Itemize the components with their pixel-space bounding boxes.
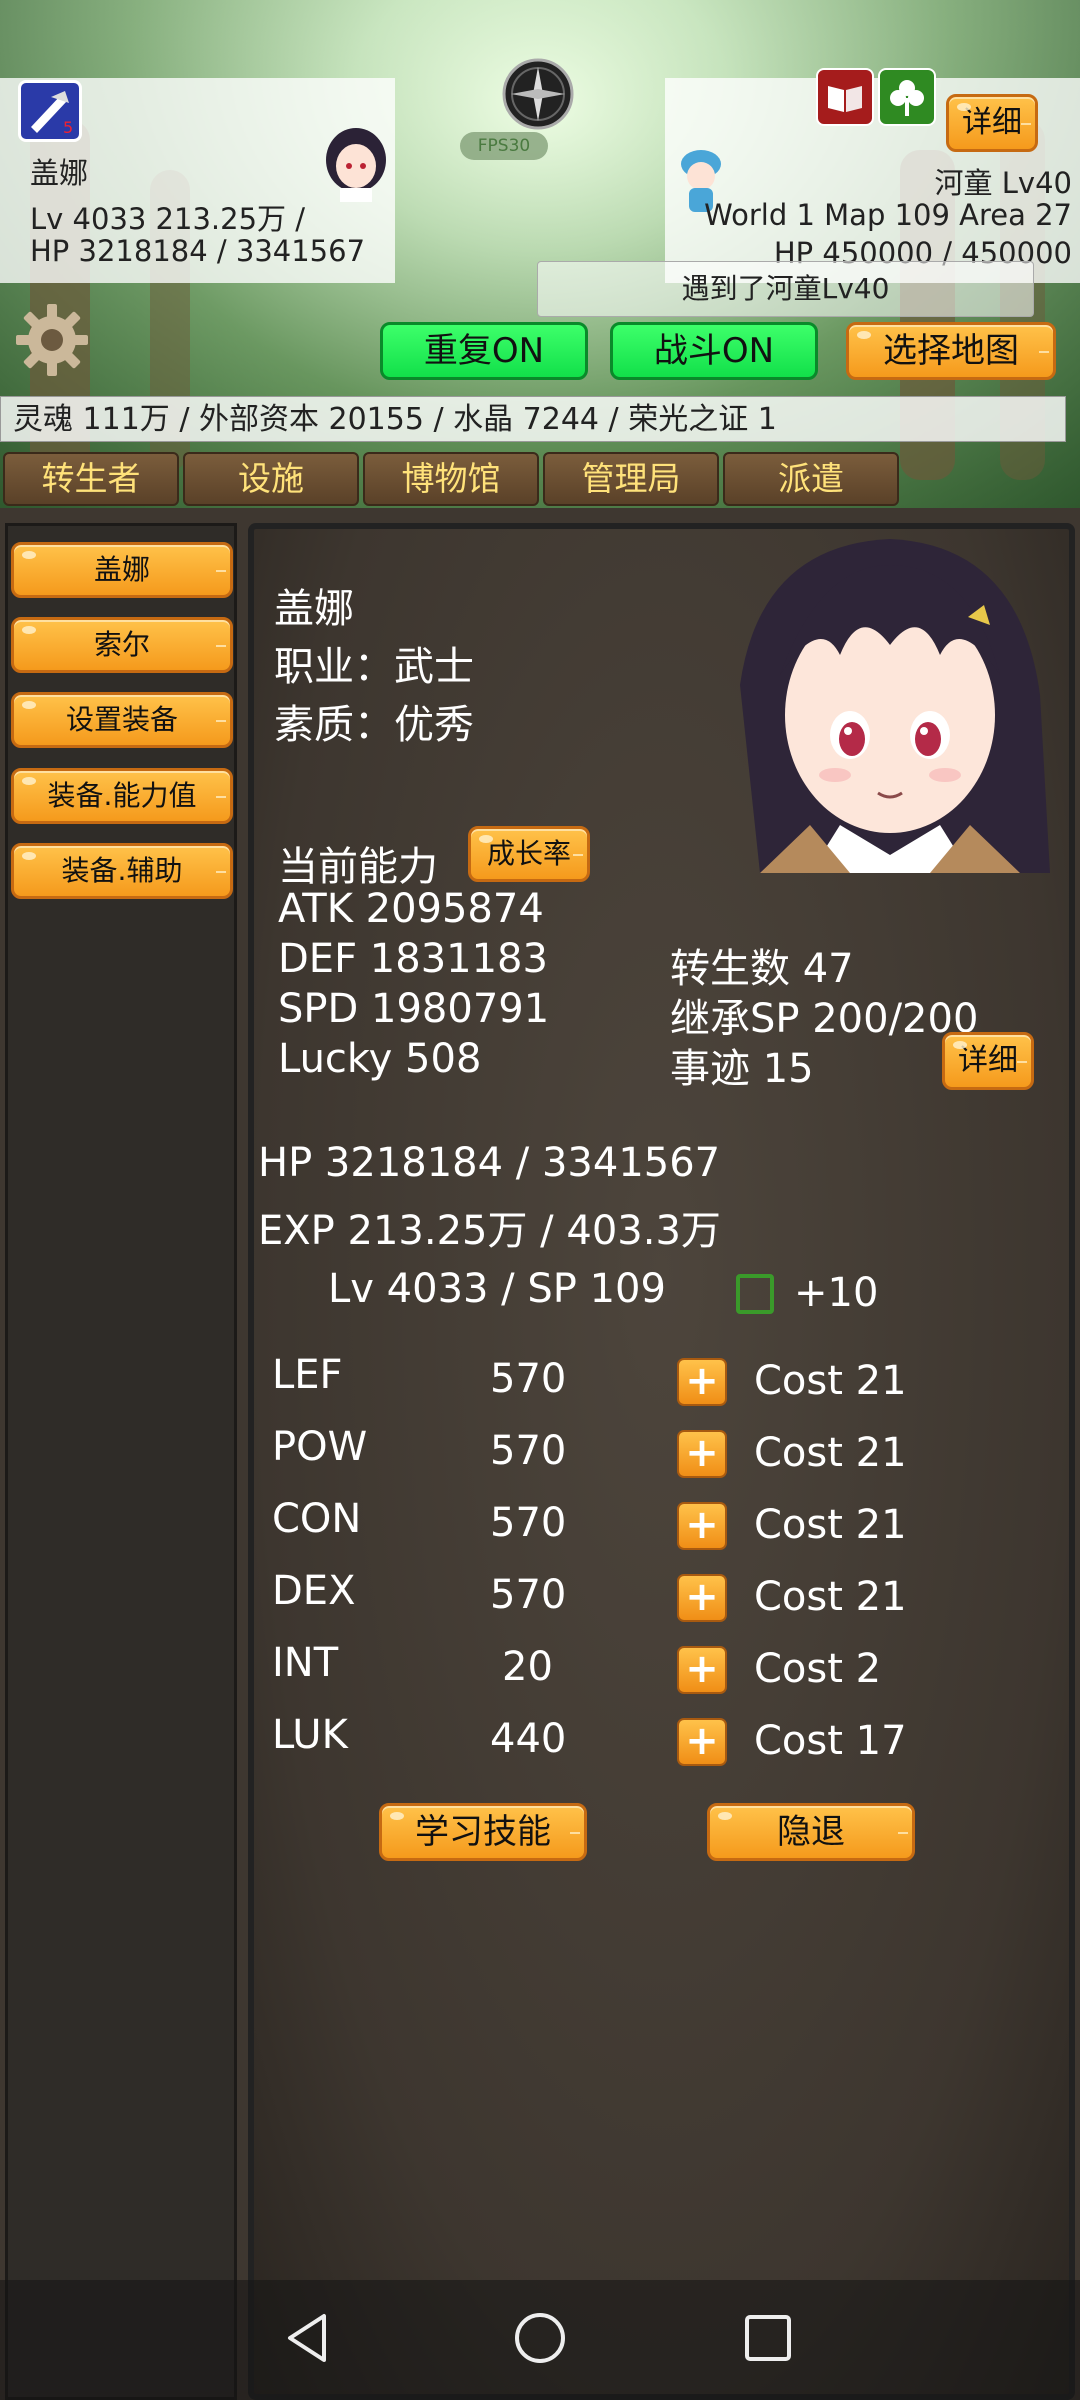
attr-value-int: 20 (502, 1644, 553, 1690)
sidebar-item-equipment-support[interactable]: 装备.辅助 (11, 843, 233, 899)
attr-value-pow: 570 (490, 1428, 567, 1474)
recents-icon[interactable] (738, 2308, 798, 2368)
tab-reincarnator[interactable]: 转生者 (3, 452, 179, 506)
attr-name-int: INT (272, 1640, 339, 1686)
current-ability-label: 当前能力 (278, 844, 438, 890)
attr-plus-pow[interactable]: + (677, 1430, 727, 1478)
character-detail-button[interactable]: 详细 (942, 1032, 1034, 1090)
plus10-checkbox[interactable] (736, 1274, 774, 1314)
attr-cost-int: Cost 2 (754, 1646, 882, 1692)
home-icon[interactable] (510, 2308, 570, 2368)
attr-value-dex: 570 (490, 1572, 567, 1618)
back-icon[interactable] (280, 2308, 340, 2368)
learn-skill-button[interactable]: 学习技能 (379, 1803, 587, 1861)
growth-rate-button[interactable]: 成长率 (468, 826, 590, 882)
attr-name-luk: LUK (272, 1712, 348, 1758)
attr-value-lef: 570 (490, 1356, 567, 1402)
book-icon[interactable] (816, 68, 874, 126)
attr-cost-con: Cost 21 (754, 1502, 907, 1548)
encounter-message: 遇到了河童Lv40 (537, 261, 1034, 317)
sidebar-item-gaina[interactable]: 盖娜 (11, 542, 233, 598)
attr-cost-dex: Cost 21 (754, 1574, 907, 1620)
attr-plus-luk[interactable]: + (677, 1718, 727, 1766)
attr-cost-pow: Cost 21 (754, 1430, 907, 1476)
sidebar-item-equipment-stats[interactable]: 装备.能力值 (11, 768, 233, 824)
attr-name-dex: DEX (272, 1568, 356, 1614)
attr-plus-lef[interactable]: + (677, 1358, 727, 1406)
retire-button[interactable]: 隐退 (707, 1803, 915, 1861)
tab-dispatch[interactable]: 派遣 (723, 452, 899, 506)
player-level: Lv 4033 213.25万 / (30, 202, 306, 236)
character-name: 盖娜 (274, 586, 354, 632)
player-avatar (318, 126, 394, 202)
attr-value-con: 570 (490, 1500, 567, 1546)
system-navigation-bar (0, 2280, 1080, 2400)
svg-text:5: 5 (63, 118, 73, 137)
battle-toggle-button[interactable]: 战斗ON (610, 322, 818, 380)
attr-cost-lef: Cost 21 (754, 1358, 907, 1404)
enemy-name: 河童 Lv40 (934, 166, 1072, 200)
attr-cost-luk: Cost 17 (754, 1718, 907, 1764)
gear-icon[interactable] (14, 302, 90, 378)
level-sp: Lv 4033 / SP 109 (328, 1266, 666, 1312)
character-exp: EXP 213.25万 / 403.3万 (258, 1208, 721, 1254)
attr-plus-con[interactable]: + (677, 1502, 727, 1550)
stat-def: DEF 1831183 (278, 936, 548, 982)
attr-name-con: CON (272, 1496, 362, 1542)
character-quality: 素质：优秀 (274, 702, 474, 748)
player-hp: HP 3218184 / 3341567 (30, 234, 366, 268)
stat-atk: ATK 2095874 (278, 886, 544, 932)
enemy-location: World 1 Map 109 Area 27 (704, 198, 1072, 232)
attr-value-luk: 440 (490, 1716, 567, 1762)
select-map-button[interactable]: 选择地图 (846, 322, 1056, 380)
sidebar-item-sol[interactable]: 索尔 (11, 617, 233, 673)
deeds-count: 事迹 15 (670, 1046, 814, 1092)
character-portrait (700, 525, 1064, 873)
player-name: 盖娜 (30, 156, 89, 190)
stat-lucky: Lucky 508 (278, 1036, 482, 1082)
attr-name-pow: POW (272, 1424, 368, 1470)
plus10-label: +10 (794, 1270, 879, 1316)
sword-badge-icon[interactable]: 5 (18, 80, 82, 142)
attr-plus-int[interactable]: + (677, 1646, 727, 1694)
tab-management[interactable]: 管理局 (543, 452, 719, 506)
sidebar-item-set-equipment[interactable]: 设置装备 (11, 692, 233, 748)
stat-spd: SPD 1980791 (278, 986, 550, 1032)
compass-icon[interactable] (501, 57, 575, 131)
character-hp: HP 3218184 / 3341567 (258, 1140, 721, 1186)
character-job: 职业：武士 (274, 644, 474, 690)
player-panel: 5 盖娜 Lv 4033 213.25万 / HP 3218184 / 3341… (0, 78, 395, 283)
enemy-detail-button[interactable]: 详细 (946, 94, 1038, 152)
clover-icon[interactable] (878, 68, 936, 126)
repeat-toggle-button[interactable]: 重复ON (380, 322, 588, 380)
fps-counter: FPS30 (460, 132, 548, 160)
attr-name-lef: LEF (272, 1352, 343, 1398)
resource-bar: 灵魂 111万 / 外部资本 20155 / 水晶 7244 / 荣光之证 1 (0, 396, 1066, 442)
tab-museum[interactable]: 博物馆 (363, 452, 539, 506)
attr-plus-dex[interactable]: + (677, 1574, 727, 1622)
tab-facilities[interactable]: 设施 (183, 452, 359, 506)
